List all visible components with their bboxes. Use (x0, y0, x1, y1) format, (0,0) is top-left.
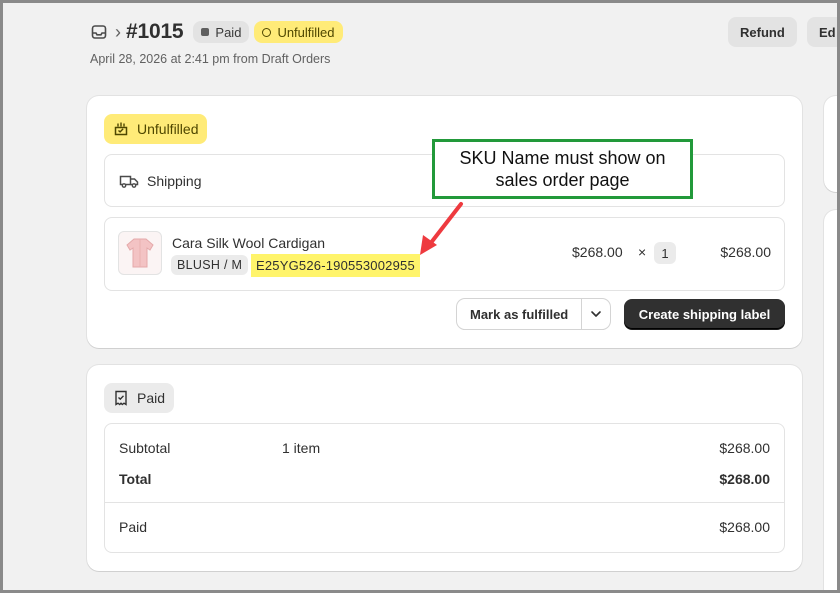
orders-inbox-icon[interactable] (90, 23, 108, 41)
shipping-label: Shipping (147, 172, 202, 189)
subtotal-label: Subtotal (119, 440, 171, 456)
payment-status-text: Paid (215, 24, 242, 40)
quantity-badge: 1 (654, 242, 676, 264)
order-date-source: April 28, 2026 at 2:41 pm from Draft Ord… (90, 52, 331, 66)
unfulfilled-ring-icon (262, 27, 272, 37)
total-label: Total (119, 471, 152, 487)
paid-status-pill: Paid (104, 383, 175, 413)
paid-status-text: Paid (137, 390, 166, 406)
paid-amount: $268.00 (719, 519, 770, 535)
mark-fulfilled-group: Mark as fulfilled (457, 299, 611, 329)
payment-card: Paid Subtotal 1 item $268.00 Total $268.… (87, 365, 802, 571)
total-amount: $268.00 (719, 471, 770, 487)
breadcrumb-chevron-icon: › (115, 21, 121, 42)
subtotal-amount: $268.00 (719, 440, 770, 456)
refund-button[interactable]: Refund (728, 17, 797, 47)
fulfillment-card: Unfulfilled Shipping Cara Silk Wool Card… (87, 96, 802, 348)
product-thumbnail[interactable] (118, 231, 162, 275)
subtotal-item-count: 1 item (282, 440, 321, 456)
annotation-callout: SKU Name must show on sales order page (432, 139, 693, 199)
unit-price: $268.00 (572, 244, 623, 260)
payment-summary: Subtotal 1 item $268.00 Total $268.00 Pa… (104, 423, 785, 553)
times-symbol: × (638, 244, 647, 260)
side-card-top (824, 96, 840, 192)
unfulfilled-status-pill: Unfulfilled (104, 114, 208, 144)
line-item: Cara Silk Wool Cardigan BLUSH / M E25YG5… (104, 217, 785, 291)
paid-dot-icon (201, 28, 210, 36)
mark-as-fulfilled-button[interactable]: Mark as fulfilled (457, 299, 581, 329)
fulfillment-status-badge: Unfulfilled (254, 21, 343, 43)
receipt-check-icon (113, 390, 129, 406)
truck-icon (119, 173, 139, 189)
payment-status-badge: Paid (193, 21, 250, 43)
variant-tag: BLUSH / M (171, 255, 249, 275)
side-card-bottom (824, 210, 840, 593)
fulfillment-status-text: Unfulfilled (277, 24, 335, 40)
order-number: #1015 (126, 20, 184, 43)
unfulfilled-status-text: Unfulfilled (137, 121, 199, 137)
edit-button[interactable]: Ed (807, 17, 840, 47)
chevron-down-icon (591, 311, 602, 317)
package-icon (113, 121, 129, 137)
product-name[interactable]: Cara Silk Wool Cardigan (172, 235, 325, 251)
paid-row: Paid $268.00 (119, 519, 770, 539)
sku-text: E25YG526-190553002955 (251, 254, 420, 277)
paid-label: Paid (119, 519, 148, 535)
subtotal-row: Subtotal 1 item $268.00 (119, 440, 770, 460)
line-total: $268.00 (720, 244, 771, 260)
total-row: Total $268.00 (119, 471, 770, 491)
more-actions-dropdown[interactable] (581, 299, 610, 329)
create-shipping-label-button[interactable]: Create shipping label (624, 299, 785, 329)
summary-divider (105, 502, 784, 503)
